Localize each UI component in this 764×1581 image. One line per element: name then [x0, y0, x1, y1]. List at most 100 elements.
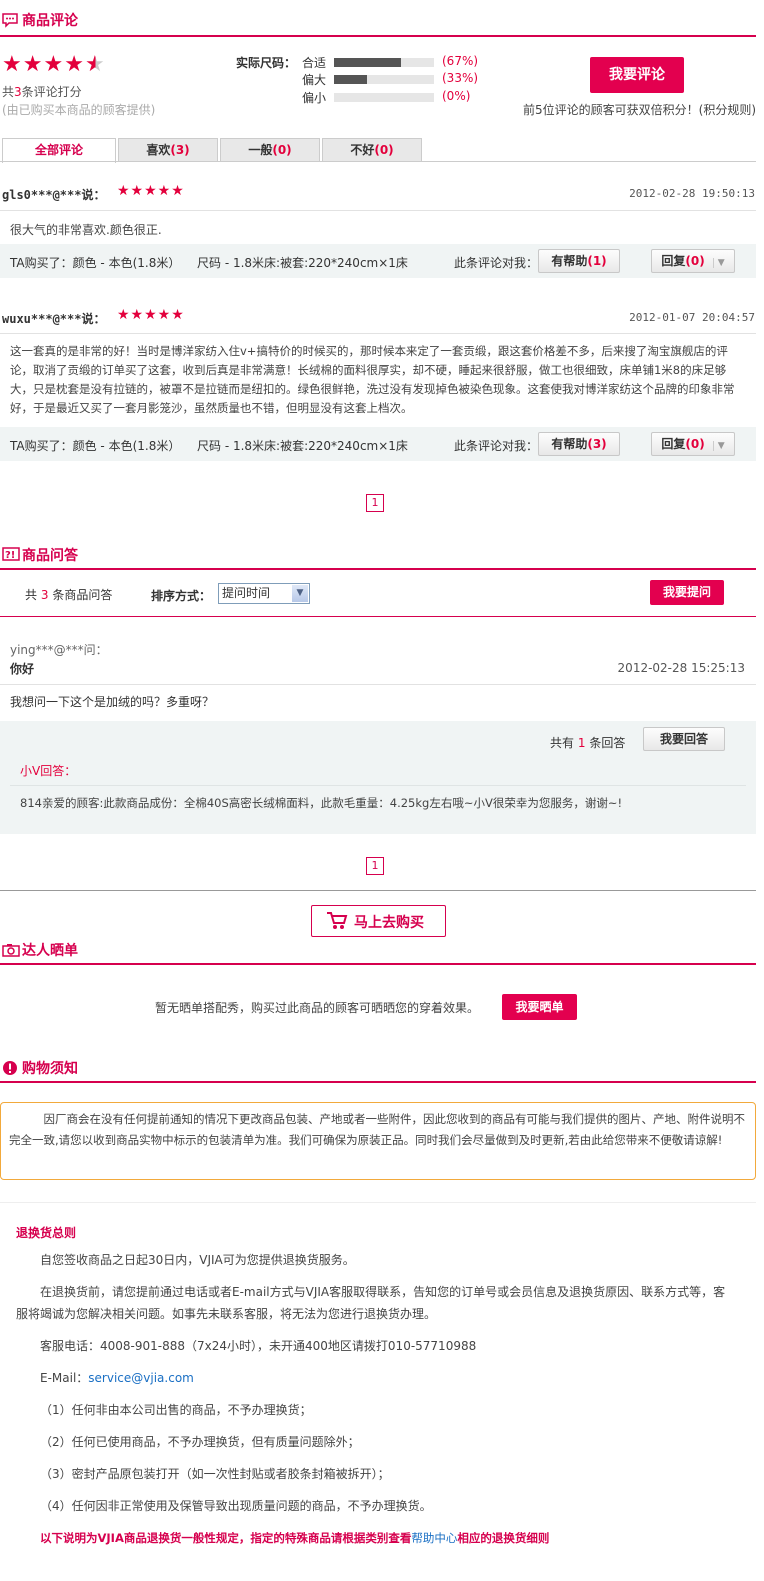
qa-toolbar-divider: [0, 616, 756, 617]
review-user: wuxu***@***说：: [2, 312, 106, 326]
alert-icon: [2, 1060, 18, 1076]
review-content: 很大气的非常喜欢.颜色很正.: [10, 223, 162, 237]
review-date: 2012-02-28 19:50:13: [629, 187, 755, 200]
size-bar-fill: [334, 75, 367, 84]
reply-button[interactable]: 回复(0) ▼: [651, 249, 735, 273]
write-review-button[interactable]: 我要评论: [590, 57, 684, 93]
sort-selected-value: 提问时间: [222, 586, 271, 600]
answers-count: 共有 1 条回答: [550, 734, 625, 751]
star-icon: ★: [2, 52, 23, 77]
answer-panel: 共有 1 条回答 我要回答 小V回答： 814亲爱的顾客:此款商品成份：全棉40…: [0, 721, 756, 834]
ask-question-button[interactable]: 我要提问: [650, 580, 724, 605]
size-label: 实际尺码：: [236, 56, 297, 70]
speech-bubble-icon: [2, 12, 18, 28]
review-stars: ★★★★★: [117, 307, 185, 323]
size-bar: [334, 58, 434, 67]
size-row-label: 偏大: [302, 73, 327, 87]
answer-text: 814亲爱的顾客:此款商品成份：全棉40S高密长绒棉面料，此款毛重量：4.25k…: [20, 796, 623, 810]
footer-text-end: 相应的退换货细则: [457, 1531, 550, 1545]
review-stars: ★★★★★: [117, 183, 185, 199]
summary-prefix: 共: [2, 85, 15, 99]
question-divider: [0, 684, 756, 685]
half-star-icon: ★: [84, 52, 106, 77]
helpful-button[interactable]: 有帮助(1): [538, 249, 620, 273]
qa-count-prefix: 共: [25, 588, 38, 602]
answer-button[interactable]: 我要回答: [643, 727, 725, 751]
reply-label: 回复: [661, 254, 686, 268]
qa-title: 商品问答: [22, 548, 78, 564]
summary-note: (由已购买本商品的顾客提供): [2, 103, 156, 117]
size-row-percent: (67%): [442, 54, 479, 68]
tab-like[interactable]: 喜欢(3): [118, 138, 218, 161]
qa-count-suffix: 条商品问答: [52, 588, 113, 602]
review-footer: TA购买了：颜色 - 本色(1.8米） 尺码 - 1.8米床:被套:220*24…: [0, 427, 756, 461]
showcase-title: 达人晒单: [22, 943, 78, 959]
reviews-divider: [0, 35, 756, 37]
reply-count: (0): [685, 437, 705, 451]
qa-page-number[interactable]: 1: [366, 857, 384, 875]
showcase-section-header: 达人晒单: [0, 940, 756, 964]
review-page-number[interactable]: 1: [366, 494, 384, 512]
question-body: 我想问一下这个是加绒的吗？多重呀？: [10, 695, 215, 709]
purchase-size: 尺码 - 1.8米床:被套:220*240cm×1床: [197, 256, 408, 270]
sort-select[interactable]: 提问时间 ▼: [218, 583, 310, 604]
summary-count: 3: [14, 85, 22, 99]
review-content: 这一套真的是非常的好！当时是博洋家纺入住v+搞特价的时候买的，那时候本来定了一套…: [10, 344, 735, 415]
purchase-size: 尺码 - 1.8米床:被套:220*240cm×1床: [197, 439, 408, 453]
reply-label: 回复: [661, 437, 686, 451]
reviews-title: 商品评论: [22, 13, 78, 29]
notice-divider: [0, 1081, 756, 1083]
tab-label: 一般: [248, 143, 273, 157]
helpful-button[interactable]: 有帮助(3): [538, 432, 620, 456]
showcase-divider: [0, 963, 756, 965]
purchase-color: TA购买了：颜色 - 本色(1.8米）: [10, 439, 181, 453]
help-center-link[interactable]: 帮助中心: [411, 1531, 457, 1545]
notice-section-header: 购物须知: [0, 1058, 756, 1082]
policy-footer: 以下说明为VJIA商品退换货一般性规定，指定的特殊商品请根据类别查看帮助中心相应…: [16, 1527, 736, 1549]
tab-all-reviews[interactable]: 全部评论: [2, 138, 116, 163]
question-title: 你好: [10, 662, 35, 676]
tab-count: (0): [374, 143, 394, 157]
showcase-empty-text: 暂无晒单搭配秀，购买过此商品的顾客可晒晒您的穿着效果。: [155, 1001, 480, 1015]
helpful-count: (3): [587, 437, 607, 451]
chevron-down-icon: ▼: [712, 441, 725, 451]
purchase-color: TA购买了：颜色 - 本色(1.8米）: [10, 256, 181, 270]
qa-section-header: ?! 商品问答: [0, 545, 756, 569]
size-bar: [334, 75, 434, 84]
notice-box: 因厂商会在没有任何提前通知的情况下更改商品包装、产地或者一些附件，因此您收到的商…: [0, 1102, 756, 1180]
policy-heading: 退换货总则: [16, 1226, 77, 1240]
tab-label: 不好: [350, 143, 375, 157]
camera-icon: [2, 942, 20, 958]
policy-paragraph: 在退换货前，请您提前通过电话或者E-mail方式与VJIA客服取得联系，告知您的…: [16, 1285, 726, 1321]
qa-count-number: 3: [40, 588, 49, 602]
reply-button[interactable]: 回复(0) ▼: [651, 432, 735, 456]
footer-text: 以下说明为VJIA商品退换货一般性规定，指定的特殊商品请根据类别查看: [40, 1531, 412, 1545]
share-showcase-button[interactable]: 我要晒单: [502, 994, 577, 1020]
size-row-label: 合适: [302, 56, 327, 70]
email-link[interactable]: service@vjia.com: [88, 1371, 194, 1385]
qa-count: 共 3 条商品问答: [25, 586, 112, 603]
buy-now-label: 马上去购买: [354, 915, 424, 931]
answers-number: 1: [577, 736, 586, 750]
tab-bad[interactable]: 不好(0): [322, 138, 422, 161]
notice-title: 购物须知: [22, 1061, 78, 1077]
policy-rule: （4）任何因非正常使用及保管导致出现质量问题的商品，不予办理换货。: [40, 1499, 432, 1513]
policy-phone: 客服电话：4008-901-888（7x24小时），未开通400地区请拨打010…: [40, 1339, 477, 1353]
chevron-down-icon: ▼: [292, 585, 308, 602]
policy-rule: （3）密封产品原包装打开（如一次性封贴或者胶条封箱被拆开）；: [40, 1467, 390, 1481]
helpful-label: 有帮助: [551, 254, 588, 268]
review-divider: [0, 333, 756, 334]
policy-paragraph: 自您签收商品之日起30日内，VJIA可为您提供退换货服务。: [40, 1253, 355, 1267]
tab-average[interactable]: 一般(0): [220, 138, 320, 161]
buy-now-button[interactable]: 马上去购买: [311, 905, 446, 937]
size-row-label: 偏小: [302, 91, 327, 105]
answers-prefix: 共有: [550, 736, 575, 750]
svg-text:?!: ?!: [5, 550, 15, 561]
answerer-label: 小V回答：: [20, 764, 77, 778]
size-row-percent: (0%): [442, 89, 471, 103]
star-icon: ★: [64, 52, 85, 77]
sort-label: 排序方式：: [151, 589, 212, 603]
summary-suffix: 条评论打分: [21, 85, 82, 99]
policy-top-divider: [0, 1202, 756, 1203]
rating-stars: ★★★★★: [2, 52, 106, 77]
